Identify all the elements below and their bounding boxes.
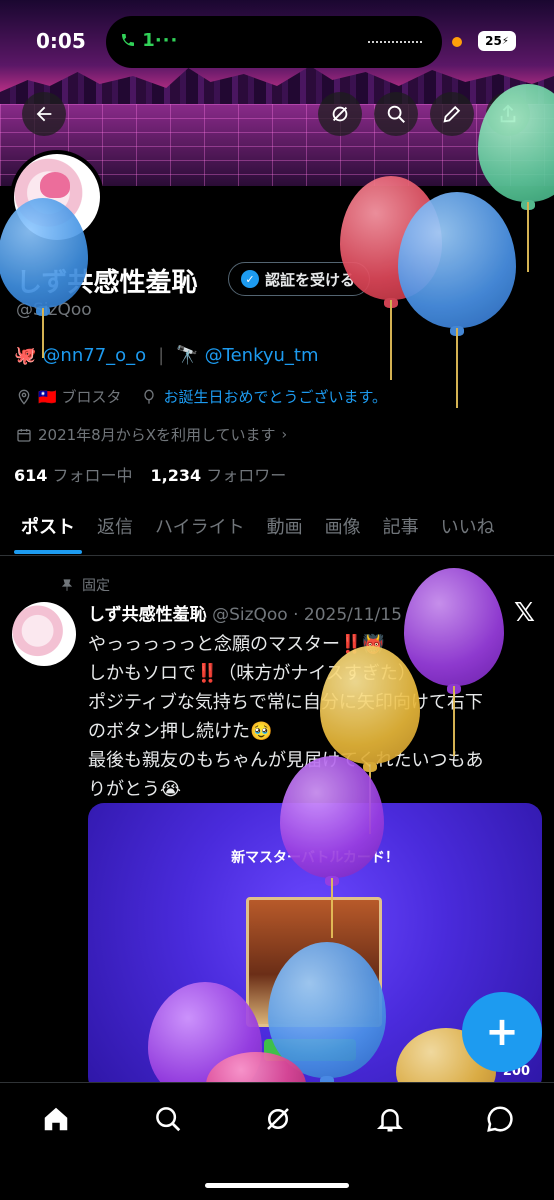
bio-separator: | xyxy=(158,345,165,366)
nav-search[interactable] xyxy=(148,1099,188,1139)
followers-label: フォロワー xyxy=(206,466,287,485)
phone-icon xyxy=(122,34,134,46)
calendar-icon xyxy=(17,428,31,442)
telescope-emoji: 🔭 xyxy=(176,345,199,366)
edit-icon xyxy=(443,105,461,123)
followers-count: 1,234 xyxy=(150,466,202,485)
balloon-decoration xyxy=(404,568,504,756)
grok-icon xyxy=(332,106,348,122)
post-handle-date: @SizQoo · 2025/11/15 xyxy=(212,605,402,625)
grok-button[interactable] xyxy=(318,92,362,136)
tab-posts[interactable]: ポスト xyxy=(10,503,86,554)
pin-icon xyxy=(61,579,73,591)
plus-icon: + xyxy=(485,1009,519,1055)
profile-meta: 🇹🇼 ブロスタ お誕生日おめでとうございます。 xyxy=(16,386,387,407)
search-icon xyxy=(156,1107,181,1132)
battery-level: 25 xyxy=(485,34,502,48)
post-author-name[interactable]: しず共感性羞恥 xyxy=(88,605,207,625)
bell-icon xyxy=(376,1109,404,1132)
search-button[interactable] xyxy=(374,92,418,136)
joined-text: 2021年8月からXを利用しています xyxy=(38,426,276,444)
balloon-decoration xyxy=(320,646,420,834)
back-arrow-icon xyxy=(36,106,52,122)
birthday-link[interactable]: お誕生日おめでとうございます。 xyxy=(163,386,387,407)
status-bar: 0:05 1··· 25 ⚡ xyxy=(0,0,554,84)
home-indicator[interactable] xyxy=(205,1183,349,1188)
post-line: ポジティブな気持ちで常に自分に矢印向けて右下 xyxy=(88,692,483,713)
balloon-icon xyxy=(144,389,155,404)
x-logo-icon[interactable]: 𝕏 xyxy=(514,600,540,626)
joined-row[interactable]: 2021年8月からXを利用しています › xyxy=(16,424,287,445)
status-time: 0:05 xyxy=(36,29,86,53)
tab-likes[interactable]: いいね xyxy=(430,503,506,553)
compose-post-button[interactable]: + xyxy=(462,992,542,1072)
followers-stat[interactable]: 1,234 フォロワー xyxy=(151,462,287,486)
pinned-indicator: 固定 xyxy=(60,575,110,595)
balloon-decoration xyxy=(280,756,384,938)
call-label: 1 xyxy=(142,30,155,51)
chat-bubble-icon xyxy=(487,1106,513,1132)
grok-icon xyxy=(267,1108,289,1130)
nav-notifications[interactable] xyxy=(370,1099,410,1139)
nav-home[interactable] xyxy=(36,1099,76,1139)
post-header: しず共感性羞恥 @SizQoo · 2025/11/15 xyxy=(88,600,402,625)
post-author-avatar[interactable] xyxy=(12,602,76,666)
tab-highlights[interactable]: ハイライト xyxy=(144,503,256,553)
tab-photos[interactable]: 画像 xyxy=(314,503,372,553)
battery-indicator: 25 ⚡ xyxy=(478,31,516,51)
mic-indicator-dot xyxy=(452,37,462,47)
pinned-label: 固定 xyxy=(82,578,110,594)
octopus-emoji: 🐙 xyxy=(14,345,37,366)
tab-articles[interactable]: 記事 xyxy=(372,503,430,553)
edit-button[interactable] xyxy=(430,92,474,136)
location-pin-icon xyxy=(18,389,30,405)
following-label: フォロー中 xyxy=(52,466,133,485)
follow-stats: 614 フォロー中 1,234 フォロワー xyxy=(14,462,286,486)
bio-link-nn77[interactable]: @nn77_o_o xyxy=(42,345,146,366)
chevron-right-icon: › xyxy=(281,426,288,443)
tab-videos[interactable]: 動画 xyxy=(256,503,314,553)
nav-messages[interactable] xyxy=(480,1099,520,1139)
verified-badge-icon: ✓ xyxy=(241,270,259,288)
get-verified-label: 認証を受ける xyxy=(265,270,356,289)
tab-replies[interactable]: 返信 xyxy=(86,503,144,553)
bio-link-tenkyu[interactable]: @Tenkyu_tm xyxy=(205,345,319,366)
nav-grok[interactable] xyxy=(258,1099,298,1139)
back-button[interactable] xyxy=(22,92,66,136)
call-indicator[interactable]: 1··· xyxy=(120,30,178,51)
location-text: 🇹🇼 ブロスタ xyxy=(38,388,122,406)
profile-bio: 🐙 @nn77_o_o | 🔭 @Tenkyu_tm xyxy=(14,345,319,366)
following-count: 614 xyxy=(14,466,48,485)
profile-tabs: ポスト 返信 ハイライト 動画 画像 記事 いいね xyxy=(0,500,554,556)
home-icon xyxy=(44,1107,68,1131)
balloon-decoration xyxy=(398,192,516,408)
call-waveform xyxy=(368,41,424,43)
post-line: のボタン押し続けた🥹 xyxy=(88,721,273,742)
following-stat[interactable]: 614 フォロー中 xyxy=(14,462,133,486)
search-icon xyxy=(387,105,405,123)
